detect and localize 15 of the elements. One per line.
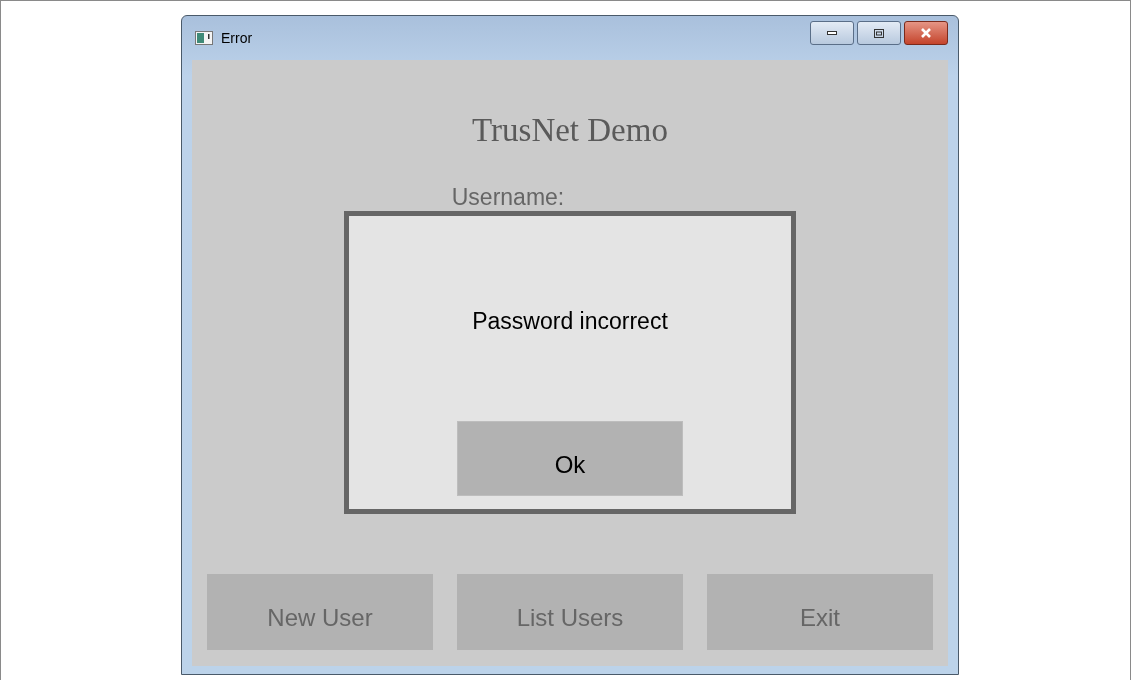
window-app-icon — [195, 31, 213, 45]
username-label: Username: — [451, 185, 565, 211]
close-icon — [920, 28, 932, 38]
close-button[interactable] — [904, 21, 948, 45]
window-title: Error — [221, 30, 253, 46]
minimize-icon — [827, 31, 837, 35]
action-button[interactable]: New User — [207, 574, 433, 650]
error-message: Password incorrect — [472, 308, 668, 335]
action-button[interactable]: Exit — [707, 574, 933, 650]
minimize-button[interactable] — [810, 21, 854, 45]
maximize-icon — [874, 28, 884, 38]
app-title: TrusNet Demo — [472, 112, 668, 149]
maximize-button[interactable] — [857, 21, 901, 45]
action-button[interactable]: List Users — [457, 574, 683, 650]
ok-button[interactable]: Ok — [457, 421, 683, 496]
